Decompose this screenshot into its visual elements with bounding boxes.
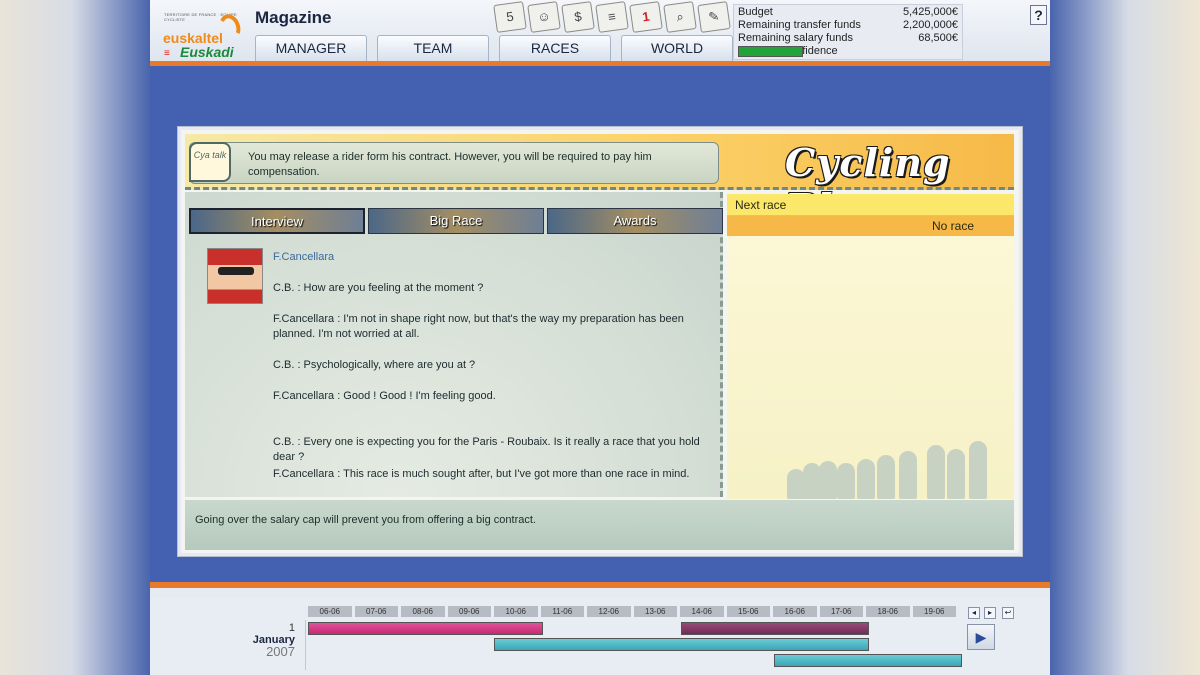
next-race-value: No race	[727, 216, 1014, 236]
tip-text: You may release a rider form his contrac…	[248, 151, 652, 178]
salary-funds-row: Remaining salary funds 68,500€	[738, 32, 958, 45]
cycling-blog-panel: You may release a rider form his contrac…	[178, 127, 1022, 556]
salary-funds-label: Remaining salary funds	[738, 32, 853, 44]
talk-bubble-icon: Cya talk	[189, 142, 231, 182]
transfer-funds-value: 2,200,000€	[902, 19, 958, 31]
nav-tab-manager[interactable]: MANAGER	[255, 35, 367, 61]
team-logo: TERRITOIRE DE FRANCE · EQUIPE CYCLISTE e…	[160, 6, 245, 60]
money-icon[interactable]: $	[561, 1, 595, 33]
transfer-funds-label: Remaining transfer funds	[738, 19, 861, 31]
finance-panel: Budget 5,425,000€ Remaining transfer fun…	[733, 4, 963, 60]
day-label: 07-06	[354, 606, 398, 617]
mail-icon[interactable]: 1	[629, 1, 663, 33]
budget-value: 5,425,000€	[902, 6, 958, 18]
race-bar[interactable]	[494, 638, 869, 651]
tab-interview[interactable]: Interview	[189, 208, 365, 234]
sunglasses-icon	[218, 267, 254, 275]
day-label: 12-06	[587, 606, 631, 617]
interview-line: F.Cancellara : This race is much sought …	[273, 468, 690, 480]
day-label: 15-06	[726, 606, 770, 617]
header: TERRITOIRE DE FRANCE · EQUIPE CYCLISTE e…	[150, 0, 1050, 66]
calendar-timeline: 1 January 2007 06-06 07-06 08-06 09-06 1…	[150, 598, 1050, 675]
sponsor-confidence-row: Sponsor Confidence	[738, 45, 958, 58]
rider-avatar	[207, 248, 263, 304]
budget-row: Budget 5,425,000€	[738, 6, 958, 19]
interview-line: F.Cancellara : I'm not in shape right no…	[273, 313, 684, 340]
timeline-next-button[interactable]: ▸	[984, 607, 996, 619]
article-area: Interview Big Race Awards F.Cancellara C…	[185, 192, 723, 497]
nav-tab-world[interactable]: WORLD	[621, 35, 733, 61]
transfer-funds-row: Remaining transfer funds 2,200,000€	[738, 19, 958, 32]
next-race-label: Next race	[727, 194, 1014, 216]
interview-line: F.Cancellara : Good ! Good ! I'm feeling…	[273, 390, 496, 402]
toolbar: 5 ☺ $ ≡ 1 ⌕ ✎	[493, 1, 731, 33]
timeline-prev-button[interactable]: ◂	[968, 607, 980, 619]
next-race-area: Next race No race	[727, 194, 1014, 499]
race-bar[interactable]	[308, 622, 543, 635]
budget-label: Budget	[738, 6, 773, 18]
day-label: 06-06	[308, 606, 352, 617]
help-button[interactable]: ?	[1030, 5, 1047, 25]
interview-text: F.Cancellara C.B. : How are you feeling …	[273, 250, 703, 482]
nav-tab-team[interactable]: TEAM	[377, 35, 489, 61]
day-label: 08-06	[401, 606, 445, 617]
interview-line: C.B. : How are you feeling at the moment…	[273, 282, 484, 294]
nav-tab-races[interactable]: RACES	[499, 35, 611, 61]
race-bar[interactable]	[774, 654, 962, 667]
main-nav: MANAGER TEAM RACES WORLD	[255, 35, 733, 61]
sponsor-confidence-bar	[738, 46, 803, 57]
calendar-5-icon[interactable]: 5	[493, 1, 527, 33]
day-header: 06-06 07-06 08-06 09-06 10-06 11-06 12-0…	[308, 606, 956, 617]
interview-line: C.B. : Psychologically, where are you at…	[273, 359, 476, 371]
tab-big-race[interactable]: Big Race	[368, 208, 544, 234]
day-label: 19-06	[912, 606, 956, 617]
advance-day-button[interactable]: ▶	[967, 624, 995, 650]
day-label: 16-06	[773, 606, 817, 617]
document-icon[interactable]: ≡	[595, 1, 629, 33]
day-label: 13-06	[633, 606, 677, 617]
day-label: 10-06	[494, 606, 538, 617]
blog-header: You may release a rider form his contrac…	[185, 134, 1014, 230]
cyclists-silhouette-icon	[787, 439, 1007, 499]
current-date: 1 January 2007	[240, 622, 295, 658]
current-year: 2007	[266, 644, 295, 659]
game-window: TERRITOIRE DE FRANCE · EQUIPE CYCLISTE e…	[150, 0, 1050, 675]
interviewee-name: F.Cancellara	[273, 251, 335, 263]
timeline-reset-button[interactable]: ↩	[1002, 607, 1014, 619]
logo-wing-icon: ≡	[164, 48, 170, 59]
race-bar[interactable]	[681, 622, 869, 635]
section-title: Magazine	[255, 8, 332, 27]
day-label: 18-06	[866, 606, 910, 617]
tab-awards[interactable]: Awards	[547, 208, 723, 234]
tip-box: You may release a rider form his contrac…	[189, 142, 719, 184]
footer-tip-text: Going over the salary cap will prevent y…	[195, 514, 536, 526]
decorative-wave	[150, 560, 1050, 600]
interview-line: C.B. : Every one is expecting you for th…	[273, 436, 700, 463]
day-label: 11-06	[540, 606, 584, 617]
blog-tabs: Interview Big Race Awards	[189, 208, 723, 234]
magnifier-icon[interactable]: ⌕	[663, 1, 697, 33]
race-schedule-grid	[305, 620, 962, 670]
day-label: 14-06	[680, 606, 724, 617]
footer-tip: Going over the salary cap will prevent y…	[185, 500, 1014, 550]
notepad-icon[interactable]: ✎	[697, 1, 731, 33]
rider-icon[interactable]: ☺	[527, 1, 561, 33]
current-day: 1	[288, 622, 295, 634]
day-label: 17-06	[819, 606, 863, 617]
day-label: 09-06	[447, 606, 491, 617]
logo-brand-secondary: Euskadi	[180, 44, 234, 60]
salary-funds-value: 68,500€	[918, 32, 958, 44]
